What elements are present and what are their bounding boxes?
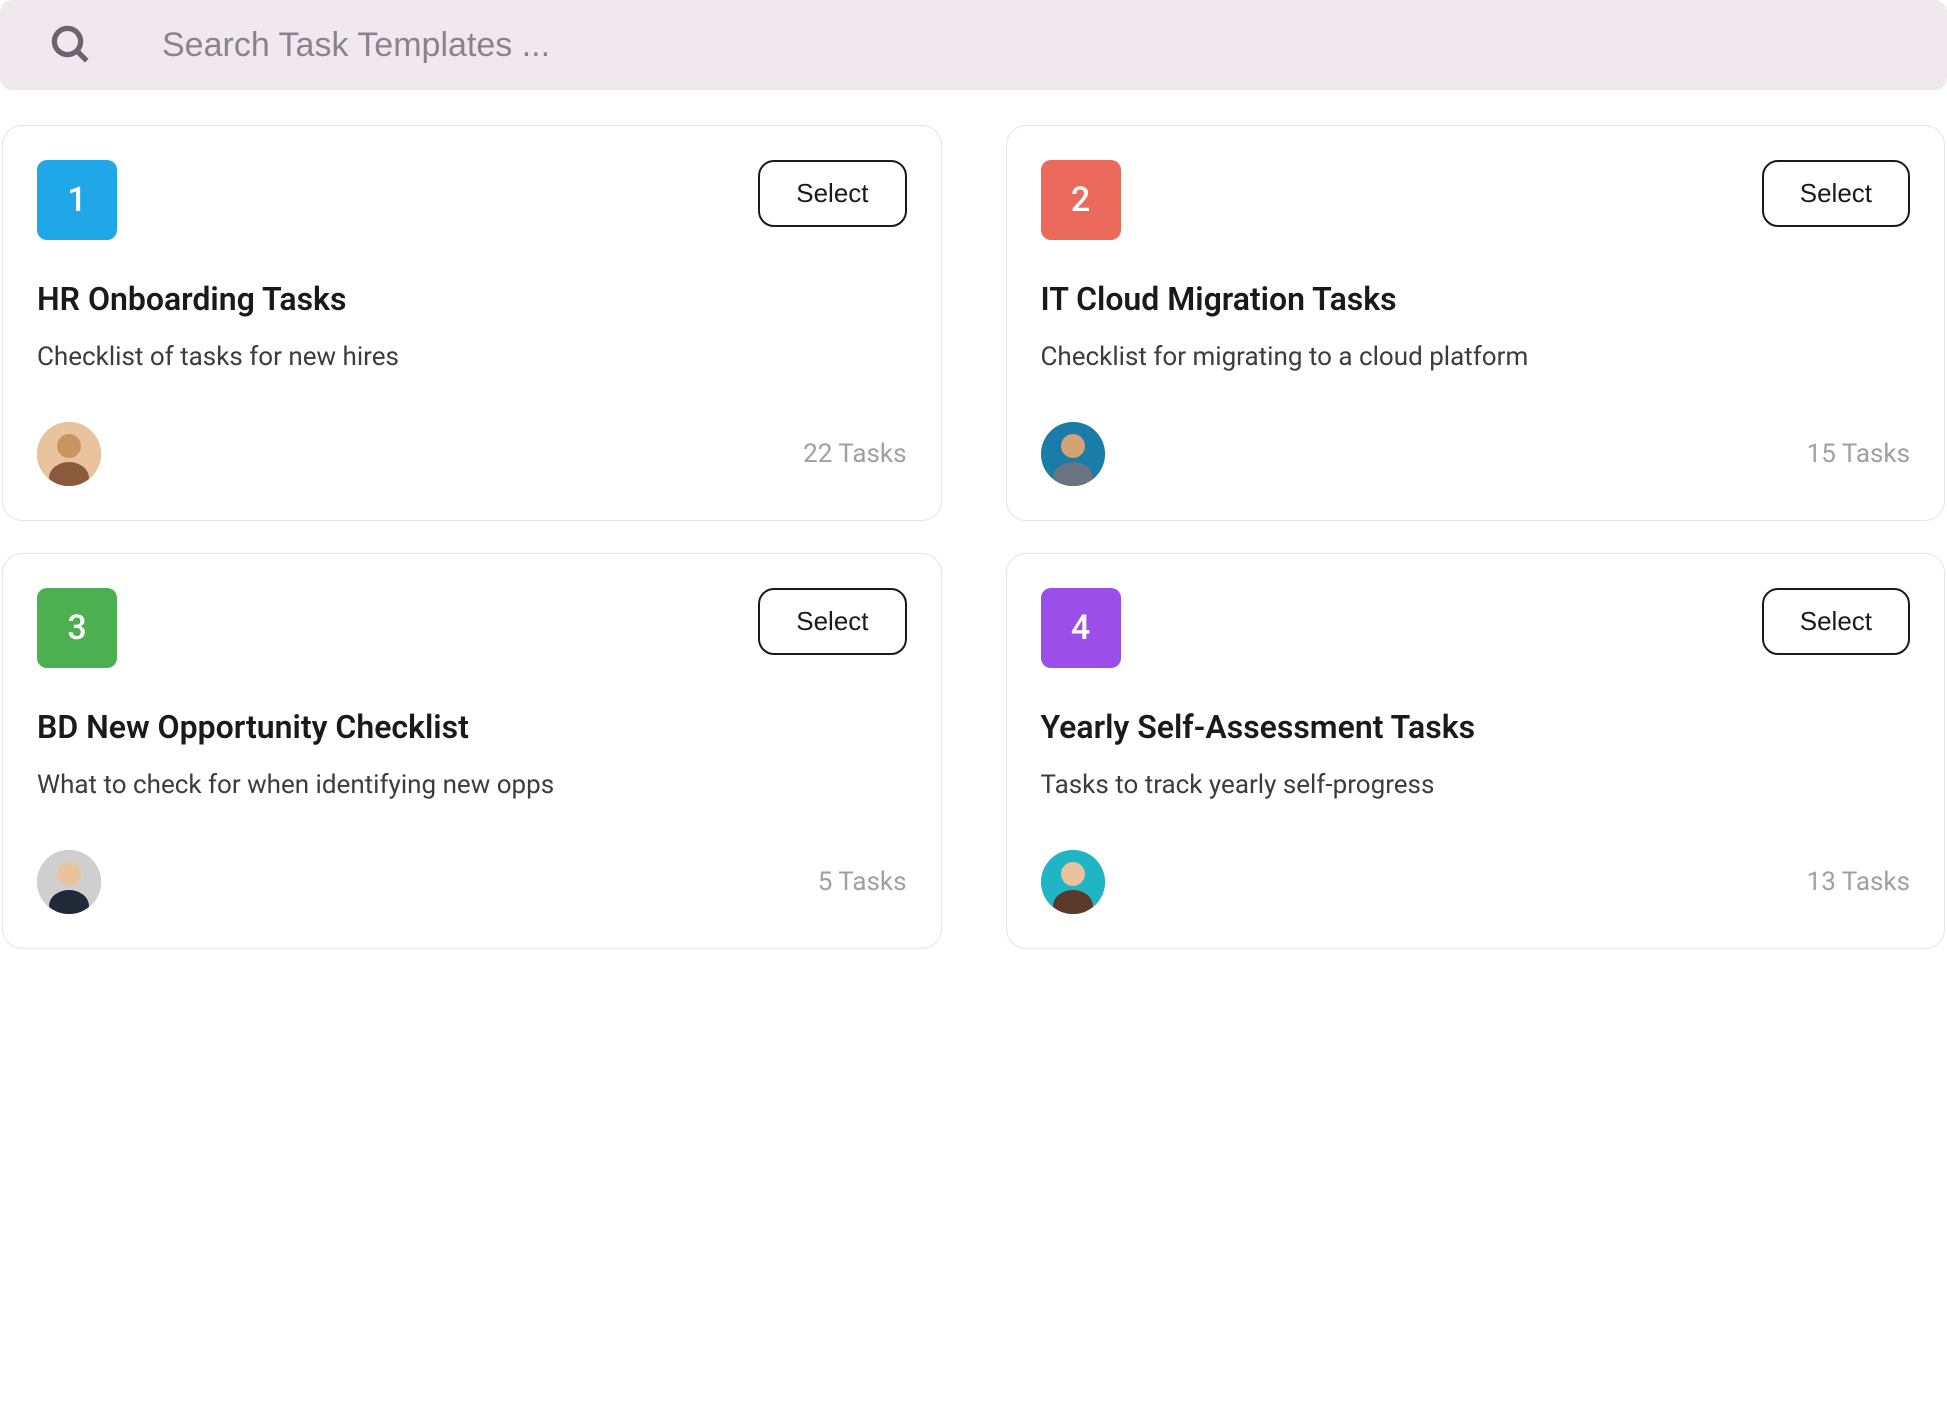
task-count: 15 Tasks bbox=[1807, 439, 1910, 469]
select-button[interactable]: Select bbox=[1762, 160, 1910, 227]
card-title: Yearly Self-Assessment Tasks bbox=[1041, 708, 1911, 746]
card-description: What to check for when identifying new o… bbox=[37, 770, 907, 800]
template-cards-grid: 1 Select HR Onboarding Tasks Checklist o… bbox=[0, 125, 1947, 949]
card-number-badge: 1 bbox=[37, 160, 117, 240]
card-footer: 15 Tasks bbox=[1041, 422, 1911, 486]
card-description: Tasks to track yearly self-progress bbox=[1041, 770, 1911, 800]
avatar bbox=[1041, 850, 1105, 914]
avatar bbox=[37, 422, 101, 486]
task-count: 13 Tasks bbox=[1807, 867, 1910, 897]
select-button[interactable]: Select bbox=[758, 160, 906, 227]
select-button[interactable]: Select bbox=[758, 588, 906, 655]
template-card: 2 Select IT Cloud Migration Tasks Checkl… bbox=[1006, 125, 1946, 521]
card-header: 2 Select bbox=[1041, 160, 1911, 240]
template-card: 3 Select BD New Opportunity Checklist Wh… bbox=[2, 553, 942, 949]
card-footer: 5 Tasks bbox=[37, 850, 907, 914]
search-icon bbox=[50, 24, 92, 66]
card-description: Checklist for migrating to a cloud platf… bbox=[1041, 342, 1911, 372]
avatar bbox=[37, 850, 101, 914]
card-number-badge: 4 bbox=[1041, 588, 1121, 668]
template-card: 4 Select Yearly Self-Assessment Tasks Ta… bbox=[1006, 553, 1946, 949]
card-header: 3 Select bbox=[37, 588, 907, 668]
search-input[interactable] bbox=[162, 26, 1897, 65]
card-number-badge: 3 bbox=[37, 588, 117, 668]
task-count: 5 Tasks bbox=[818, 867, 907, 897]
task-count: 22 Tasks bbox=[803, 439, 906, 469]
select-button[interactable]: Select bbox=[1762, 588, 1910, 655]
card-title: IT Cloud Migration Tasks bbox=[1041, 280, 1911, 318]
card-footer: 22 Tasks bbox=[37, 422, 907, 486]
card-title: HR Onboarding Tasks bbox=[37, 280, 907, 318]
avatar bbox=[1041, 422, 1105, 486]
card-header: 4 Select bbox=[1041, 588, 1911, 668]
card-footer: 13 Tasks bbox=[1041, 850, 1911, 914]
card-number-badge: 2 bbox=[1041, 160, 1121, 240]
card-header: 1 Select bbox=[37, 160, 907, 240]
card-title: BD New Opportunity Checklist bbox=[37, 708, 907, 746]
template-card: 1 Select HR Onboarding Tasks Checklist o… bbox=[2, 125, 942, 521]
card-description: Checklist of tasks for new hires bbox=[37, 342, 907, 372]
search-bar bbox=[0, 0, 1947, 90]
